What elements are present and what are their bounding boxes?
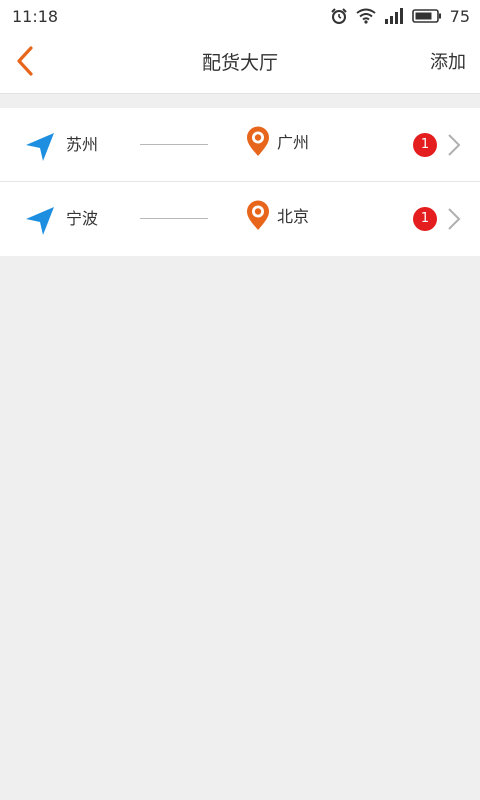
- wifi-icon: [356, 8, 376, 24]
- route-row[interactable]: 宁波 北京 1: [0, 182, 480, 256]
- count-badge: 1: [413, 133, 437, 157]
- alarm-icon: [330, 7, 348, 25]
- count-badge: 1: [413, 207, 437, 231]
- origin-city: 苏州: [66, 135, 99, 154]
- chevron-right-icon: [446, 133, 462, 157]
- page-title: 配货大厅: [201, 52, 278, 74]
- battery-icon: [411, 8, 442, 24]
- location-pin-icon: [245, 199, 271, 233]
- route-divider: [140, 218, 208, 219]
- add-button[interactable]: 添加: [430, 32, 466, 94]
- destination-city: 广州: [277, 133, 310, 152]
- status-indicators: 75: [330, 7, 470, 26]
- signal-icon: [384, 8, 404, 24]
- status-bar: 11:18 75: [0, 0, 480, 32]
- route-list: 苏州 广州 1 宁波 北京 1: [0, 108, 480, 256]
- battery-level: 75: [449, 6, 470, 26]
- route-divider: [140, 144, 208, 145]
- location-pin-icon: [245, 125, 271, 159]
- destination-city: 北京: [277, 207, 310, 226]
- navigation-arrow-icon: [24, 204, 56, 236]
- origin-city: 宁波: [66, 209, 99, 228]
- chevron-right-icon: [446, 207, 462, 231]
- navigation-arrow-icon: [24, 130, 56, 162]
- status-time: 11:18: [12, 6, 59, 26]
- route-row[interactable]: 苏州 广州 1: [0, 108, 480, 182]
- nav-bar: 配货大厅 添加: [0, 32, 480, 94]
